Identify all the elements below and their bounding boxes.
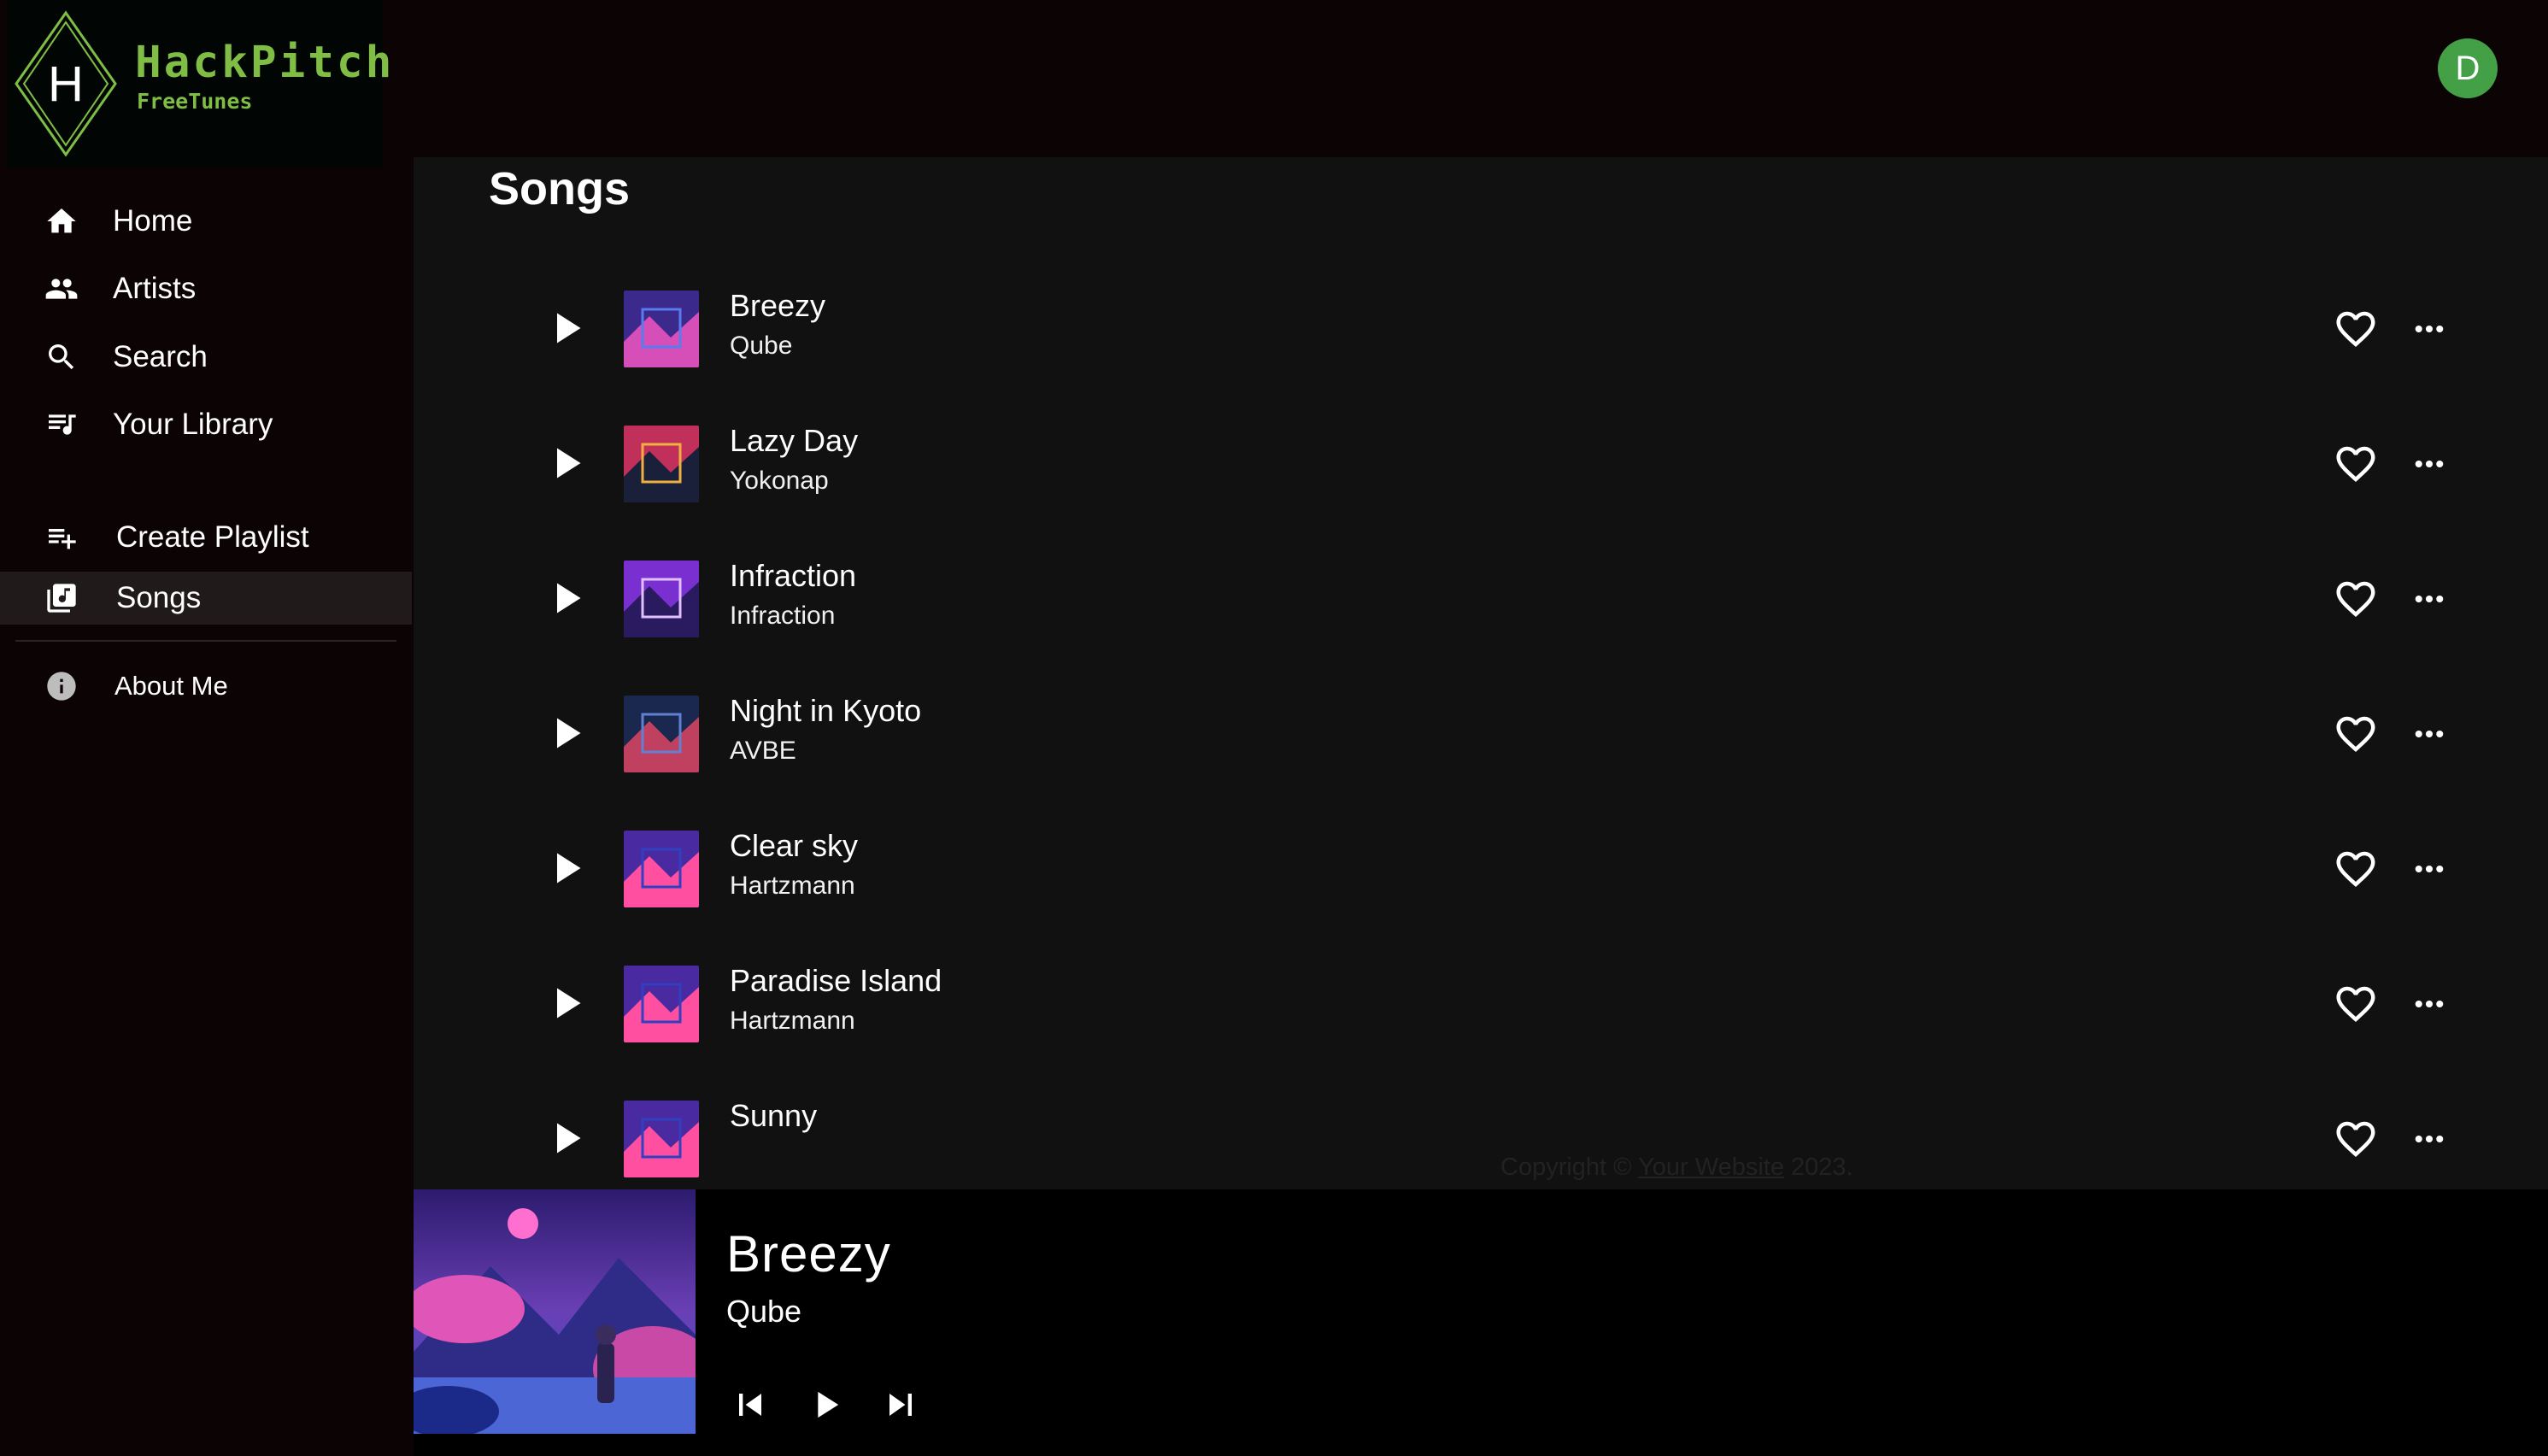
song-title[interactable]: Infraction xyxy=(730,555,856,596)
footer-website-link[interactable]: Your Website xyxy=(1638,1154,1784,1181)
nav-artists-label: Artists xyxy=(113,272,197,305)
more-options-icon[interactable] xyxy=(2410,581,2449,617)
copyright-footer: Copyright © Your Website 2023. xyxy=(1500,1154,1853,1182)
song-artist[interactable]: Hartzmann xyxy=(730,870,855,902)
song-artist[interactable]: Yokonap xyxy=(730,465,829,497)
song-cover-art xyxy=(624,426,699,502)
skip-next-icon[interactable] xyxy=(878,1383,923,1427)
now-playing-title: Breezy xyxy=(726,1225,891,1283)
nav-home-label: Home xyxy=(113,204,193,238)
heart-icon[interactable] xyxy=(2333,846,2379,892)
brand-logo[interactable]: H HackPitch FreeTunes xyxy=(7,0,391,167)
nav-artists[interactable]: Artists xyxy=(0,262,412,315)
nav-search-label: Search xyxy=(113,340,208,373)
nav-songs-label: Songs xyxy=(116,581,202,614)
song-cover-art xyxy=(624,831,699,907)
nav-your-library[interactable]: Your Library xyxy=(0,398,412,451)
song-title[interactable]: Paradise Island xyxy=(730,960,942,1001)
heart-icon[interactable] xyxy=(2333,981,2379,1027)
search-icon xyxy=(49,344,74,370)
nav-create-playlist-label: Create Playlist xyxy=(116,520,309,554)
nav-home[interactable]: Home xyxy=(0,195,412,248)
library-music-icon xyxy=(47,584,76,613)
song-row[interactable]: Night in Kyoto AVBE xyxy=(414,666,2548,801)
play-icon[interactable] xyxy=(540,707,591,759)
song-title[interactable]: Sunny xyxy=(730,1095,817,1136)
more-options-icon[interactable] xyxy=(2410,986,2449,1022)
play-icon[interactable] xyxy=(540,302,591,354)
song-artist[interactable]: Hartzmann xyxy=(730,1005,855,1037)
sidebar: H HackPitch FreeTunes Home Artists Searc… xyxy=(0,0,412,1456)
songs-page: Songs Breezy Qube Lazy Day Yokonap Infra… xyxy=(414,157,2548,1189)
more-options-icon[interactable] xyxy=(2410,1121,2449,1157)
nav-about-me[interactable]: About Me xyxy=(0,660,412,713)
song-title[interactable]: Night in Kyoto xyxy=(730,690,921,731)
play-icon[interactable] xyxy=(540,572,591,624)
heart-icon[interactable] xyxy=(2333,306,2379,352)
song-row[interactable]: Sunny xyxy=(414,1071,2548,1189)
playlist-add-icon xyxy=(49,529,76,549)
more-options-icon[interactable] xyxy=(2410,311,2449,347)
user-avatar[interactable]: D xyxy=(2438,38,2498,98)
play-icon[interactable] xyxy=(540,1113,591,1164)
song-row[interactable]: Lazy Day Yokonap xyxy=(414,396,2548,531)
song-cover-art xyxy=(624,561,699,637)
logo-diamond-icon: H xyxy=(15,10,117,157)
song-row[interactable]: Paradise Island Hartzmann xyxy=(414,936,2548,1071)
play-icon[interactable] xyxy=(540,437,591,489)
song-title[interactable]: Clear sky xyxy=(730,825,858,866)
more-options-icon[interactable] xyxy=(2410,446,2449,482)
song-title[interactable]: Lazy Day xyxy=(730,420,858,461)
song-artist[interactable]: Infraction xyxy=(730,600,835,632)
home-icon xyxy=(47,208,76,233)
people-icon xyxy=(45,279,78,299)
nav-songs[interactable]: Songs xyxy=(0,572,412,625)
nav-search[interactable]: Search xyxy=(0,331,412,384)
song-cover-art xyxy=(624,696,699,772)
library-icon xyxy=(49,414,76,435)
song-artist[interactable]: AVBE xyxy=(730,735,796,767)
song-cover-art xyxy=(624,1101,699,1177)
play-icon[interactable] xyxy=(540,842,591,894)
now-playing-cover-art xyxy=(414,1189,696,1434)
top-bar xyxy=(412,0,2548,157)
brand-subtitle: FreeTunes xyxy=(137,89,253,114)
copyright-year: 2023. xyxy=(1791,1154,1853,1181)
brand-name: HackPitch xyxy=(135,38,395,88)
heart-icon[interactable] xyxy=(2333,1116,2379,1162)
now-playing-artist: Qube xyxy=(726,1294,802,1329)
song-cover-art xyxy=(624,291,699,367)
now-playing-bar: Breezy Qube xyxy=(414,1189,2548,1456)
nav-create-playlist[interactable]: Create Playlist xyxy=(0,511,412,564)
nav-about-me-label: About Me xyxy=(114,671,228,701)
logo-letter: H xyxy=(48,56,84,112)
more-options-icon[interactable] xyxy=(2410,716,2449,752)
song-row[interactable]: Clear sky Hartzmann xyxy=(414,801,2548,936)
song-title[interactable]: Breezy xyxy=(730,285,825,326)
heart-icon[interactable] xyxy=(2333,711,2379,757)
song-artist[interactable]: Qube xyxy=(730,330,792,362)
sidebar-divider xyxy=(15,640,396,642)
heart-icon[interactable] xyxy=(2333,576,2379,622)
copyright-prefix: Copyright © xyxy=(1500,1154,1632,1181)
song-cover-art xyxy=(624,966,699,1042)
play-icon[interactable] xyxy=(803,1383,848,1427)
nav-your-library-label: Your Library xyxy=(113,408,273,441)
heart-icon[interactable] xyxy=(2333,441,2379,487)
info-icon xyxy=(47,672,76,701)
skip-previous-icon[interactable] xyxy=(728,1383,772,1427)
more-options-icon[interactable] xyxy=(2410,851,2449,887)
play-icon[interactable] xyxy=(540,978,591,1029)
page-title: Songs xyxy=(489,163,631,214)
song-row[interactable]: Infraction Infraction xyxy=(414,531,2548,666)
song-row[interactable]: Breezy Qube xyxy=(414,261,2548,396)
